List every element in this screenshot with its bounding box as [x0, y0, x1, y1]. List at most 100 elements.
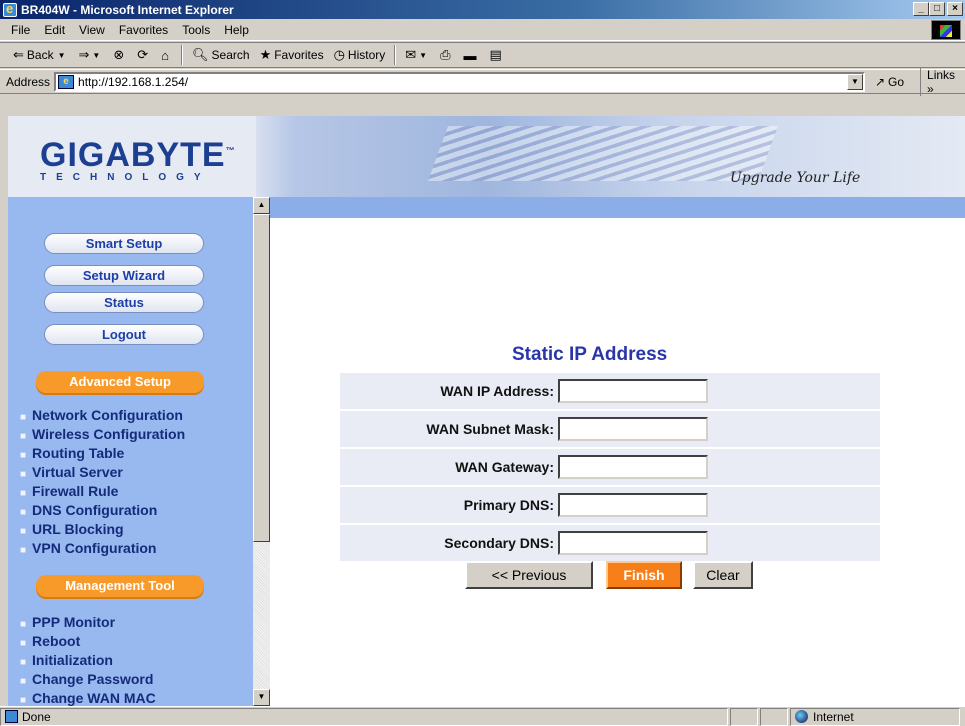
nav-link-label: Reboot — [32, 633, 81, 649]
standard-toolbar: ⇐ Back ▼ ⇒ ▼ ⊗ ⟳ ⌂ 🔍︎ Search ★ Favorites ◷ His… — [0, 42, 965, 68]
zone-label: Internet — [813, 709, 854, 724]
secondary-dns-label: Secondary DNS: — [444, 535, 554, 551]
wan-subnet-input[interactable] — [558, 417, 708, 441]
menu-favorites[interactable]: Favorites — [112, 23, 175, 37]
bullet-icon: ■ — [20, 450, 27, 461]
primary-dns-input[interactable] — [558, 493, 708, 517]
left-navigation: Smart Setup Setup Wizard Status Logout A… — [8, 197, 253, 706]
previous-button[interactable]: << Previous — [465, 561, 593, 589]
status-button[interactable]: Status — [44, 292, 204, 313]
minimize-button[interactable]: _ — [913, 2, 929, 16]
logo-subtitle: TECHNOLOGY — [40, 172, 211, 183]
nav-link-firewall-rule[interactable]: ■ Firewall Rule — [20, 483, 118, 499]
header-strip — [270, 197, 965, 218]
nav-link-label: Wireless Configuration — [32, 426, 186, 442]
window-titlebar: BR404W - Microsoft Internet Explorer _ □… — [0, 0, 965, 19]
form-row-wan-ip: WAN IP Address: — [340, 373, 880, 409]
wan-gateway-label: WAN Gateway: — [455, 459, 554, 475]
nav-link-change-wan-mac[interactable]: ■ Change WAN MAC — [20, 690, 156, 706]
nav-link-label: PPP Monitor — [32, 614, 116, 630]
search-button[interactable]: 🔍︎ Search — [187, 44, 255, 66]
home-icon: ⌂ — [161, 47, 170, 63]
logo-text: GIGABYTE — [40, 136, 226, 174]
smart-setup-button[interactable]: Smart Setup — [44, 233, 204, 254]
mail-icon: ✉ — [405, 47, 417, 62]
bullet-icon: ■ — [20, 507, 27, 518]
finish-button[interactable]: Finish — [606, 561, 682, 589]
nav-link-ppp-monitor[interactable]: ■ PPP Monitor — [20, 614, 115, 630]
discuss-button[interactable]: ▤ — [485, 44, 510, 66]
home-button[interactable]: ⌂ — [156, 44, 177, 66]
go-button[interactable]: ↗ Go — [875, 75, 904, 89]
menu-file[interactable]: File — [4, 23, 37, 37]
back-button[interactable]: ⇐ Back ▼ — [8, 44, 74, 66]
menu-edit[interactable]: Edit — [37, 23, 72, 37]
address-input[interactable]: e http://192.168.1.254/ ▼ — [54, 71, 865, 92]
nav-link-url-blocking[interactable]: ■ URL Blocking — [20, 521, 124, 537]
mail-button[interactable]: ✉ ▼ — [400, 44, 435, 66]
nav-link-label: Change WAN MAC — [32, 690, 156, 706]
scroll-thumb[interactable] — [253, 214, 270, 542]
wan-subnet-label: WAN Subnet Mask: — [426, 421, 554, 437]
header-banner: GIGABYTE™ TECHNOLOGY Upgrade Your Life — [8, 116, 965, 197]
chevron-down-icon: ▼ — [92, 50, 101, 60]
secondary-dns-input[interactable] — [558, 531, 708, 555]
keyboard-image — [427, 126, 779, 181]
logo-trademark: ™ — [225, 145, 236, 156]
history-icon: ◷ — [333, 47, 345, 62]
status-bar: Done Internet — [0, 706, 965, 726]
scroll-down-button[interactable]: ▼ — [253, 689, 270, 706]
logo-area: GIGABYTE™ TECHNOLOGY — [8, 116, 256, 197]
menu-view[interactable]: View — [72, 23, 112, 37]
window-controls: _ □ × — [913, 2, 963, 16]
wan-gateway-input[interactable] — [558, 455, 708, 479]
nav-link-network-configuration[interactable]: ■ Network Configuration — [20, 407, 183, 423]
clear-button[interactable]: Clear — [693, 561, 753, 589]
nav-link-change-password[interactable]: ■ Change Password — [20, 671, 153, 687]
bullet-icon: ■ — [20, 695, 27, 706]
address-url: http://192.168.1.254/ — [78, 74, 189, 89]
page-title: Static IP Address — [512, 344, 668, 365]
bullet-icon: ■ — [20, 657, 27, 668]
menu-tools[interactable]: Tools — [175, 23, 217, 37]
nav-link-wireless-configuration[interactable]: ■ Wireless Configuration — [20, 426, 185, 442]
links-button[interactable]: Links » — [920, 67, 965, 96]
menu-help[interactable]: Help — [217, 23, 256, 37]
address-bar: Address e http://192.168.1.254/ ▼ ↗ Go Li… — [0, 67, 965, 96]
nav-link-virtual-server[interactable]: ■ Virtual Server — [20, 464, 123, 480]
static-ip-form: WAN IP Address: WAN Subnet Mask: WAN Gat… — [340, 373, 880, 563]
logout-button[interactable]: Logout — [44, 324, 204, 345]
print-button[interactable]: ⎙ — [435, 44, 458, 66]
scroll-up-button[interactable]: ▲ — [253, 197, 270, 214]
nav-link-reboot[interactable]: ■ Reboot — [20, 633, 80, 649]
toolbar-separator — [181, 45, 184, 65]
nav-link-label: URL Blocking — [32, 521, 124, 537]
nav-link-dns-configuration[interactable]: ■ DNS Configuration — [20, 502, 157, 518]
status-message: Done — [0, 707, 728, 726]
forward-arrow-icon: ⇒ — [78, 47, 90, 62]
refresh-button[interactable]: ⟳ — [132, 44, 156, 66]
address-dropdown-button[interactable]: ▼ — [846, 73, 863, 90]
window-title: BR404W - Microsoft Internet Explorer — [21, 2, 234, 17]
nav-scrollbar[interactable]: ▲ ▼ — [253, 197, 270, 706]
bullet-icon: ■ — [20, 469, 27, 480]
chevron-down-icon: ▼ — [57, 50, 66, 60]
stop-button[interactable]: ⊗ — [108, 44, 132, 66]
nav-link-initialization[interactable]: ■ Initialization — [20, 652, 113, 668]
security-zone: Internet — [790, 707, 960, 726]
nav-link-vpn-configuration[interactable]: ■ VPN Configuration — [20, 540, 156, 556]
back-label: Back — [26, 48, 54, 62]
nav-link-label: Change Password — [32, 671, 154, 687]
forward-button[interactable]: ⇒ ▼ — [74, 44, 109, 66]
history-button[interactable]: ◷ History — [329, 44, 391, 66]
edit-page-button[interactable]: ▬ — [459, 44, 485, 66]
setup-wizard-button[interactable]: Setup Wizard — [44, 265, 204, 286]
favorites-button[interactable]: ★ Favorites — [255, 44, 329, 66]
close-button[interactable]: × — [947, 2, 963, 16]
wan-ip-input[interactable] — [558, 379, 708, 403]
form-row-primary-dns: Primary DNS: — [340, 487, 880, 523]
star-icon: ★ — [259, 47, 272, 62]
wan-ip-label: WAN IP Address: — [440, 383, 554, 399]
nav-link-routing-table[interactable]: ■ Routing Table — [20, 445, 124, 461]
maximize-button[interactable]: □ — [929, 2, 945, 16]
